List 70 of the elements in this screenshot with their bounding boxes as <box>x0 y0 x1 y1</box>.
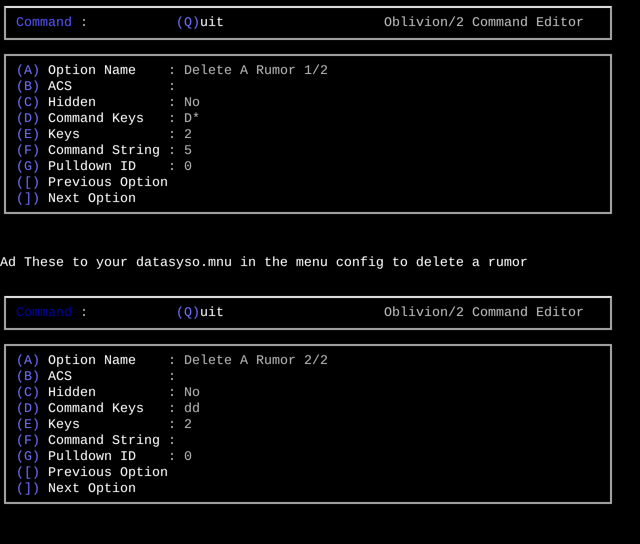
option-value: 5 <box>184 144 192 160</box>
separator: : <box>80 306 88 323</box>
option-key[interactable]: (B) <box>16 80 48 96</box>
separator: : <box>168 434 177 450</box>
option-key[interactable]: (G) <box>16 160 48 176</box>
option-key[interactable]: (C) <box>16 386 48 402</box>
option-value: 0 <box>184 160 192 176</box>
instruction-text: Ad These to your datasyso.mnu in the menu config to delete a rumor <box>0 256 529 272</box>
separator: : <box>168 96 177 112</box>
option-key[interactable]: (]) <box>16 482 48 498</box>
option-key[interactable]: ([) <box>16 176 48 192</box>
separator: : <box>168 386 177 402</box>
option-label[interactable]: Option Name <box>48 64 168 80</box>
command-label: Command <box>16 16 72 33</box>
option-key[interactable]: (F) <box>16 434 48 450</box>
option-value: 2 <box>184 418 192 434</box>
option-key[interactable]: (A) <box>16 64 48 80</box>
editor-title: Oblivion/2 Command Editor <box>384 306 584 323</box>
option-label[interactable]: Command String <box>48 434 168 450</box>
separator: : <box>168 450 177 466</box>
option-key[interactable]: (D) <box>16 402 48 418</box>
separator: : <box>168 402 177 418</box>
option-key[interactable]: (G) <box>16 450 48 466</box>
option-key[interactable]: (A) <box>16 354 48 370</box>
option-label[interactable]: Keys <box>48 128 168 144</box>
option-key[interactable]: (F) <box>16 144 48 160</box>
separator: : <box>168 112 177 128</box>
option-label[interactable]: Option Name <box>48 354 168 370</box>
separator: : <box>168 64 177 80</box>
option-key[interactable]: (E) <box>16 128 48 144</box>
option-value: 2 <box>184 128 192 144</box>
option-value: No <box>184 386 200 402</box>
separator: : <box>168 418 177 434</box>
option-key[interactable]: (D) <box>16 112 48 128</box>
separator: : <box>168 144 177 160</box>
option-label[interactable]: Hidden <box>48 96 168 112</box>
separator: : <box>168 354 177 370</box>
option-label[interactable]: Command Keys <box>48 402 168 418</box>
separator: : <box>168 128 177 144</box>
command-label: Command <box>16 306 72 323</box>
option-label[interactable]: Previous Option <box>48 176 168 192</box>
option-label[interactable]: Command String <box>48 144 168 160</box>
option-label[interactable]: Pulldown ID <box>48 450 168 466</box>
option-key[interactable]: (B) <box>16 370 48 386</box>
separator: : <box>168 80 177 96</box>
separator: : <box>168 160 177 176</box>
quit-command[interactable]: (Q)uit <box>176 306 224 328</box>
option-label[interactable]: ACS <box>48 80 168 96</box>
quit-command[interactable]: (Q)uit <box>176 16 224 38</box>
option-value: No <box>184 96 200 112</box>
option-key[interactable]: ([) <box>16 466 48 482</box>
editor-title: Oblivion/2 Command Editor <box>384 16 584 33</box>
option-value: 0 <box>184 450 192 466</box>
option-value: D* <box>184 112 200 128</box>
separator: : <box>168 370 177 386</box>
option-key[interactable]: (E) <box>16 418 48 434</box>
option-key[interactable]: (C) <box>16 96 48 112</box>
option-key[interactable]: (]) <box>16 192 48 208</box>
option-label[interactable]: Pulldown ID <box>48 160 168 176</box>
option-value: dd <box>184 402 200 418</box>
option-label[interactable]: Previous Option <box>48 466 168 482</box>
option-label[interactable]: Next Option <box>48 482 168 498</box>
option-label[interactable]: Next Option <box>48 192 168 208</box>
option-label[interactable]: Command Keys <box>48 112 168 128</box>
option-label[interactable]: Keys <box>48 418 168 434</box>
option-label[interactable]: Hidden <box>48 386 168 402</box>
option-value: Delete A Rumor 1/2 <box>184 64 328 80</box>
option-value: Delete A Rumor 2/2 <box>184 354 328 370</box>
separator: : <box>80 16 88 33</box>
option-label[interactable]: ACS <box>48 370 168 386</box>
